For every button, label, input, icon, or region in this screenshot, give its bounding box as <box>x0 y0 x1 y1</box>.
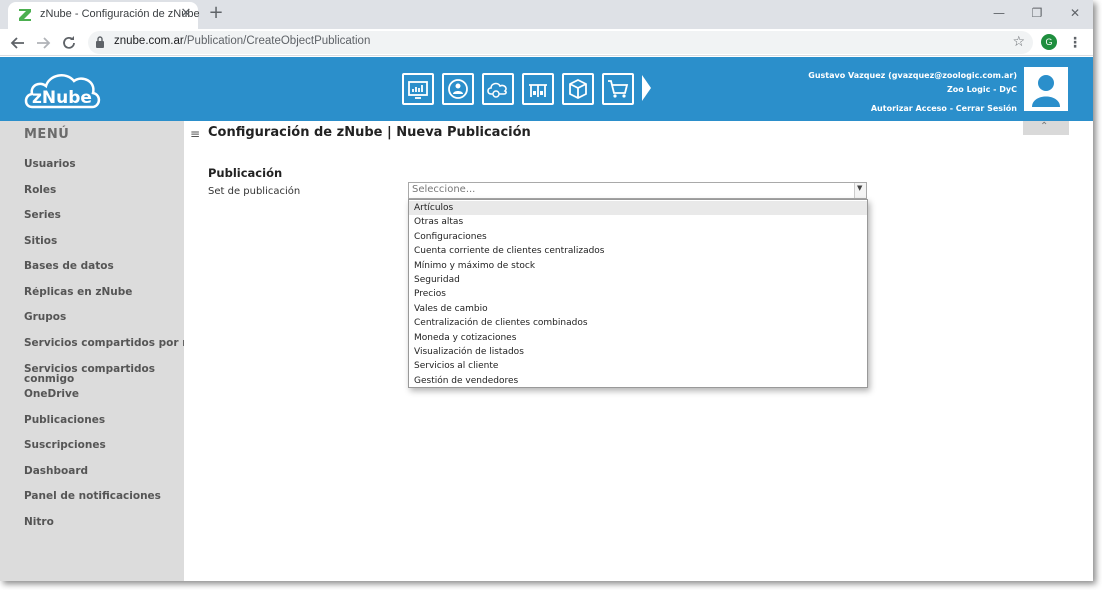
link-separator: - <box>946 104 956 113</box>
box-icon[interactable] <box>562 73 594 105</box>
logout-link[interactable]: Cerrar Sesión <box>956 104 1017 113</box>
sidebar-item-nitro[interactable]: Nitro <box>24 517 184 527</box>
tab-title: zNube - Configuración de zNube <box>40 8 200 20</box>
address-bar[interactable]: znube.com.ar/Publication/CreateObjectPub… <box>88 31 1033 54</box>
sidebar-item-suscripciones[interactable]: Suscripciones <box>24 440 184 450</box>
cloud-settings-icon[interactable] <box>482 73 514 105</box>
company-name: Zoo Logic - DyC <box>947 85 1017 94</box>
app-header: zNube Gustavo Vazquez (gvazquez@zoologic… <box>0 57 1093 121</box>
option-moneda-cotizaciones[interactable]: Moneda y cotizaciones <box>409 331 867 345</box>
browser-menu-icon[interactable]: ⋮ <box>1068 33 1082 53</box>
profile-avatar[interactable]: G <box>1041 34 1057 50</box>
minimize-button[interactable]: — <box>984 2 1014 24</box>
znube-favicon-icon <box>19 9 31 21</box>
select-placeholder: Seleccione... <box>412 184 476 195</box>
sidebar-item-usuarios[interactable]: Usuarios <box>24 159 184 169</box>
option-precios[interactable]: Precios <box>409 287 867 301</box>
sidebar-item-servicios-compartidos-por-mi[interactable]: Servicios compartidos por mí <box>24 338 184 348</box>
sidebar-item-grupos[interactable]: Grupos <box>24 312 184 322</box>
forward-arrow-icon[interactable] <box>33 33 53 53</box>
users-network-icon[interactable] <box>442 73 474 105</box>
dashboard-icon[interactable] <box>402 73 434 105</box>
chevron-up-icon: ⌃ <box>1040 121 1049 132</box>
option-servicios-al-cliente[interactable]: Servicios al cliente <box>409 359 867 373</box>
option-gestion-vendedores[interactable]: Gestión de vendedores <box>409 374 867 388</box>
sidebar-item-bases-de-datos[interactable]: Bases de datos <box>24 261 184 271</box>
option-minimo-maximo-stock[interactable]: Mínimo y máximo de stock <box>409 259 867 273</box>
authorize-access-link[interactable]: Autorizar Acceso <box>871 104 947 113</box>
sidebar-item-panel-de-notificaciones[interactable]: Panel de notificaciones <box>24 491 184 501</box>
menu-title: MENÚ <box>24 127 70 142</box>
option-articulos[interactable]: Artículos <box>409 201 867 215</box>
browser-window: zNube - Configuración de zNube ✕ + — ❐ ✕… <box>0 0 1093 581</box>
hamburger-menu-icon[interactable]: ≡ <box>190 127 200 141</box>
bookmark-star-icon[interactable]: ☆ <box>1012 34 1025 50</box>
option-cuenta-corriente[interactable]: Cuenta corriente de clientes centralizad… <box>409 244 867 258</box>
sidebar-item-dashboard[interactable]: Dashboard <box>24 466 184 476</box>
page-title: Configuración de zNube | Nueva Publicaci… <box>208 125 531 140</box>
option-seguridad[interactable]: Seguridad <box>409 273 867 287</box>
znube-logo[interactable]: zNube <box>22 67 102 113</box>
svg-text:zNube: zNube <box>32 88 92 108</box>
user-silhouette-icon <box>1032 75 1060 107</box>
publication-set-label: Set de publicación <box>208 186 301 197</box>
sidebar-item-publicaciones[interactable]: Publicaciones <box>24 415 184 425</box>
shopping-cart-icon[interactable] <box>602 73 634 105</box>
publication-set-select[interactable]: Seleccione... ▼ <box>408 182 867 199</box>
option-otras-altas[interactable]: Otras altas <box>409 215 867 229</box>
sidebar-item-sitios[interactable]: Sitios <box>24 236 184 246</box>
close-window-button[interactable]: ✕ <box>1060 2 1090 24</box>
chevron-down-icon: ▼ <box>857 184 863 192</box>
sidebar-item-replicas[interactable]: Réplicas en zNube <box>24 287 184 297</box>
chevron-right-icon[interactable] <box>640 73 652 103</box>
option-vales-de-cambio[interactable]: Vales de cambio <box>409 302 867 316</box>
browser-tab[interactable]: zNube - Configuración de zNube ✕ <box>8 2 200 29</box>
sidebar-item-servicios-compartidos-conmigo[interactable]: Servicios compartidos conmigo <box>24 364 164 384</box>
sidebar-item-roles[interactable]: Roles <box>24 185 184 195</box>
restore-button[interactable]: ❐ <box>1022 2 1052 24</box>
tab-strip: zNube - Configuración de zNube ✕ + — ❐ ✕ <box>0 0 1093 29</box>
sidebar-item-series[interactable]: Series <box>24 210 184 220</box>
url-text: znube.com.ar/Publication/CreateObjectPub… <box>114 35 371 47</box>
reload-icon[interactable] <box>59 33 79 53</box>
option-visualizacion-listados[interactable]: Visualización de listados <box>409 345 867 359</box>
section-title: Publicación <box>208 166 283 180</box>
option-configuraciones[interactable]: Configuraciones <box>409 230 867 244</box>
browser-toolbar: znube.com.ar/Publication/CreateObjectPub… <box>0 29 1093 56</box>
close-tab-icon[interactable]: ✕ <box>179 6 193 22</box>
collapse-header-button[interactable]: ⌃ <box>1023 121 1069 135</box>
sidebar-menu: MENÚ Usuarios Roles Series Sitios Bases … <box>0 121 184 581</box>
dropdown-toggle[interactable]: ▼ <box>854 183 866 198</box>
user-info: Gustavo Vazquez (gvazquez@zoologic.com.a… <box>808 69 1017 116</box>
back-arrow-icon[interactable] <box>8 33 28 53</box>
new-tab-button[interactable]: + <box>206 3 226 23</box>
user-name: Gustavo Vazquez (gvazquez@zoologic.com.a… <box>808 71 1017 80</box>
option-centralizacion-clientes[interactable]: Centralización de clientes combinados <box>409 316 867 330</box>
warehouse-icon[interactable] <box>522 73 554 105</box>
lock-icon <box>96 36 104 48</box>
publication-set-options: Artículos Otras altas Configuraciones Cu… <box>408 199 868 388</box>
user-avatar[interactable] <box>1024 67 1068 111</box>
sidebar-item-onedrive[interactable]: OneDrive <box>24 389 184 399</box>
